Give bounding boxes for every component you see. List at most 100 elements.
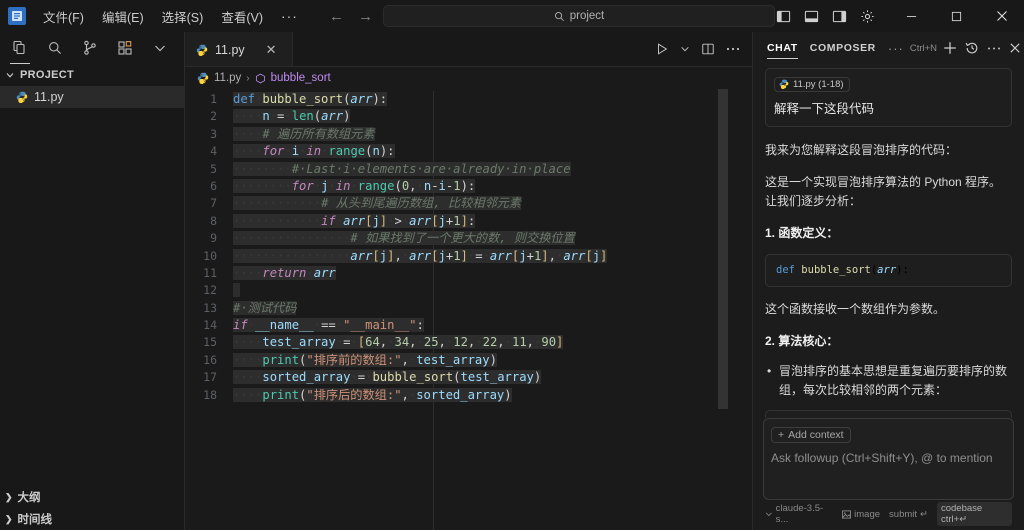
quick-search-value: project xyxy=(570,10,605,22)
ai-heading: 1. 函数定义： xyxy=(765,224,1012,243)
menu-selection[interactable]: 选择(S) xyxy=(153,3,213,30)
maximize-button[interactable] xyxy=(934,0,979,32)
chat-input-box[interactable]: + Add context Ask followup (Ctrl+Shift+Y… xyxy=(763,418,1014,500)
search-icon xyxy=(554,11,565,22)
sidebar-section-label: PROJECT xyxy=(20,69,74,81)
chevron-down-icon[interactable] xyxy=(680,44,690,54)
code-line: 3····# 遍历所有数组元素 xyxy=(185,126,752,143)
line-content: def·bubble_sort(arr): xyxy=(229,91,387,108)
chevron-down-icon[interactable] xyxy=(152,40,168,56)
tab-composer[interactable]: COMPOSER xyxy=(804,32,882,64)
sidebar-outline-label: 大纲 xyxy=(18,489,41,505)
scrollbar-thumb[interactable] xyxy=(718,89,728,409)
breadcrumb-symbol[interactable]: bubble_sort xyxy=(271,72,331,84)
plus-icon: + xyxy=(778,429,784,441)
image-icon xyxy=(842,510,851,519)
line-content: ····for·i·in·range(n): xyxy=(229,143,395,160)
chat-more-icon[interactable] xyxy=(983,46,1005,51)
sidebar-item-outline[interactable]: ❯ 大纲 xyxy=(0,486,184,508)
code-lines: 1def·bubble_sort(arr): 2····n·=·len(arr)… xyxy=(185,89,752,404)
chat-header: CHAT COMPOSER ··· Ctrl+N xyxy=(753,32,1024,64)
line-number: 18 xyxy=(185,387,229,404)
sidebar-section-project[interactable]: PROJECT xyxy=(0,64,184,86)
model-selector[interactable]: claude-3.5-s... xyxy=(765,503,833,525)
editor-scrollbar[interactable] xyxy=(718,89,728,530)
chat-followup-input[interactable]: Ask followup (Ctrl+Shift+Y), @ to mentio… xyxy=(771,451,1006,495)
toggle-sidebar-icon[interactable] xyxy=(776,9,791,24)
code-line: 1def·bubble_sort(arr): xyxy=(185,91,752,108)
code-line: 9················# 如果找到了一个更大的数, 则交换位置 xyxy=(185,230,752,247)
line-content: ····# 遍历所有数组元素 xyxy=(229,126,375,143)
new-chat-icon[interactable] xyxy=(939,41,961,55)
explorer-icon[interactable] xyxy=(12,40,28,56)
run-icon[interactable] xyxy=(655,42,669,56)
breadcrumb: 11.py › bubble_sort xyxy=(185,67,752,89)
forward-arrow-icon[interactable]: → xyxy=(358,9,373,24)
back-arrow-icon[interactable]: ← xyxy=(329,9,344,24)
breadcrumb-file[interactable]: 11.py xyxy=(214,72,241,84)
code-line: 8············if·arr[j]·>·arr[j+1]: xyxy=(185,213,752,230)
code-line: 17····sorted_array·=·bubble_sort(test_ar… xyxy=(185,369,752,386)
sidebar-item-timeline[interactable]: ❯ 时间线 xyxy=(0,508,184,530)
python-file-icon xyxy=(196,44,208,56)
search-icon[interactable] xyxy=(47,40,63,56)
python-file-icon xyxy=(779,79,789,89)
tab-chat[interactable]: CHAT xyxy=(761,32,804,64)
image-attach-button[interactable]: image xyxy=(842,509,880,520)
context-chip[interactable]: 11.py (1-18) xyxy=(774,77,850,92)
toggle-panel-icon[interactable] xyxy=(804,9,819,24)
sidebar-item-11py[interactable]: 11.py xyxy=(0,86,184,108)
code-line: 13#·测试代码 xyxy=(185,300,752,317)
more-actions-icon[interactable] xyxy=(726,46,740,52)
chevron-down-icon xyxy=(765,510,773,518)
submit-button[interactable]: submit ↵ xyxy=(889,509,928,520)
toggle-rightbar-icon[interactable] xyxy=(832,9,847,24)
sidebar-file-label: 11.py xyxy=(34,90,64,104)
quick-search-input[interactable]: project xyxy=(383,5,775,27)
image-label: image xyxy=(854,509,880,520)
menu-view[interactable]: 查看(V) xyxy=(212,3,272,30)
tab-close-icon[interactable]: ✕ xyxy=(266,43,277,56)
ai-list-item: 冒泡排序的基本思想是重复遍历要排序的数组，每次比较相邻的两个元素： xyxy=(765,362,1012,400)
minimize-button[interactable] xyxy=(889,0,934,32)
chat-tab-more-button[interactable]: ··· xyxy=(882,41,910,56)
menu-edit[interactable]: 编辑(E) xyxy=(93,3,153,30)
line-number: 14 xyxy=(185,317,229,334)
editor-area: 11.py ✕ xyxy=(185,32,752,530)
title-bar: 文件(F) 编辑(E) 选择(S) 查看(V) ··· ← → project xyxy=(0,0,1024,32)
line-number: 2 xyxy=(185,108,229,125)
settings-gear-icon[interactable] xyxy=(860,9,875,24)
line-number: 12 xyxy=(185,282,229,299)
close-button[interactable] xyxy=(979,0,1024,32)
sidebar-timeline-label: 时间线 xyxy=(18,511,53,527)
extensions-icon[interactable] xyxy=(117,40,133,56)
add-context-label: Add context xyxy=(788,429,843,441)
add-context-button[interactable]: + Add context xyxy=(771,427,851,443)
layout-toggle-group xyxy=(776,9,889,24)
line-number: 16 xyxy=(185,352,229,369)
code-editor[interactable]: 1def·bubble_sort(arr): 2····n·=·len(arr)… xyxy=(185,89,752,530)
history-icon[interactable] xyxy=(961,41,983,55)
line-content: ············# 从头到尾遍历数组, 比较相邻元素 xyxy=(229,195,521,212)
line-content xyxy=(229,282,240,299)
split-editor-icon[interactable] xyxy=(701,42,715,56)
line-content: ····print("排序前的数组:",·test_array) xyxy=(229,352,497,369)
model-name: claude-3.5-s... xyxy=(776,503,834,525)
line-number: 7 xyxy=(185,195,229,212)
chat-input-footer: claude-3.5-s... image submit ↵ codebase … xyxy=(763,500,1014,526)
code-line: 18····print("排序后的数组:",·sorted_array) xyxy=(185,387,752,404)
line-number: 5 xyxy=(185,161,229,178)
codebase-button[interactable]: codebase ctrl+↵ xyxy=(937,502,1012,526)
line-content: ····sorted_array·=·bubble_sort(test_arra… xyxy=(229,369,541,386)
menu-more-button[interactable]: ··· xyxy=(272,5,307,27)
source-control-icon[interactable] xyxy=(82,40,98,56)
line-number: 13 xyxy=(185,300,229,317)
line-content: ····return·arr xyxy=(229,265,336,282)
tab-11py[interactable]: 11.py ✕ xyxy=(185,32,293,66)
editor-actions xyxy=(655,32,752,66)
line-number: 17 xyxy=(185,369,229,386)
chat-close-icon[interactable] xyxy=(1005,42,1024,54)
line-number: 1 xyxy=(185,91,229,108)
menu-file[interactable]: 文件(F) xyxy=(34,3,93,30)
line-content: ················arr[j],·arr[j+1]·=·arr[j… xyxy=(229,248,607,265)
